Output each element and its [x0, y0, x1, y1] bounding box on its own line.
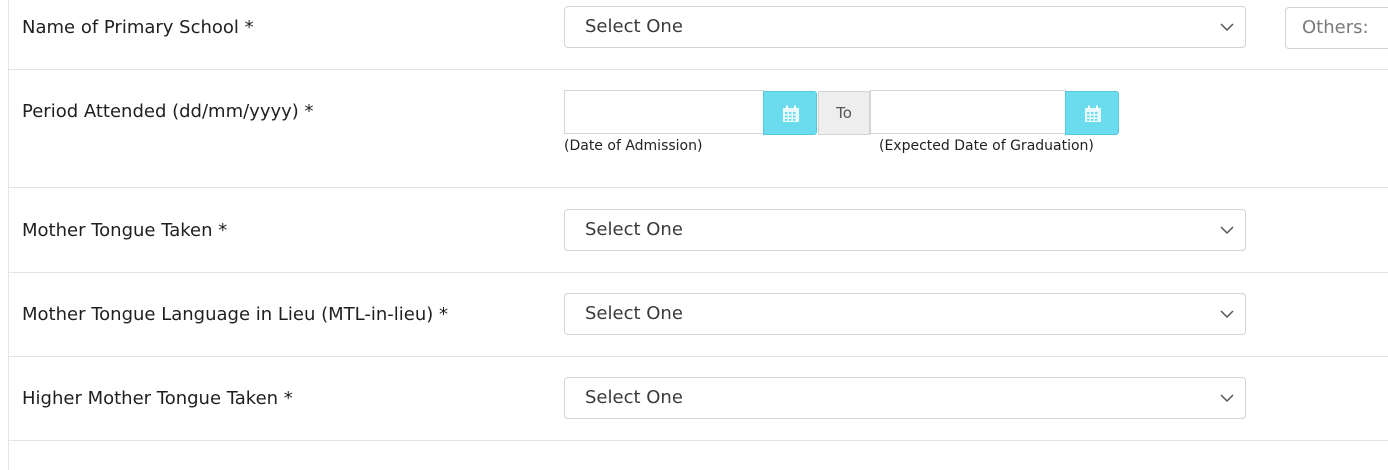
mother-tongue-label: Mother Tongue Taken * [22, 220, 228, 241]
row-period-attended: Period Attended (dd/mm/yyyy) * To (Date … [8, 70, 1388, 188]
calendar-icon [783, 105, 799, 122]
mtl-in-lieu-label: Mother Tongue Language in Lieu (MTL-in-l… [22, 304, 448, 325]
row-higher-mother-tongue: Higher Mother Tongue Taken * Select One [8, 357, 1388, 441]
row-primary-school: Name of Primary School * Select One Othe… [8, 0, 1388, 70]
admission-calendar-button[interactable] [763, 91, 817, 135]
primary-school-select[interactable]: Select One [564, 6, 1246, 48]
mother-tongue-select[interactable]: Select One [564, 209, 1246, 251]
higher-mother-tongue-label: Higher Mother Tongue Taken * [22, 388, 293, 409]
row-mtl-in-lieu: Mother Tongue Language in Lieu (MTL-in-l… [8, 273, 1388, 357]
primary-school-label: Name of Primary School * [22, 17, 254, 38]
chevron-down-icon [1220, 394, 1234, 403]
chevron-down-icon [1220, 226, 1234, 235]
chevron-down-icon [1220, 310, 1234, 319]
primary-school-select-value: Select One [585, 16, 683, 37]
graduation-calendar-button[interactable] [1065, 91, 1119, 135]
higher-mother-tongue-select-value: Select One [585, 387, 683, 408]
others-input[interactable]: Others: [1285, 7, 1388, 49]
graduation-date-hint: (Expected Date of Graduation) [879, 138, 1094, 154]
mtl-in-lieu-select-value: Select One [585, 303, 683, 324]
mother-tongue-select-value: Select One [585, 219, 683, 240]
mtl-in-lieu-select[interactable]: Select One [564, 293, 1246, 335]
admission-date-input[interactable] [564, 90, 764, 134]
graduation-date-input[interactable] [870, 90, 1066, 134]
chevron-down-icon [1220, 23, 1234, 32]
higher-mother-tongue-select[interactable]: Select One [564, 377, 1246, 419]
calendar-icon [1085, 105, 1101, 122]
to-separator: To [818, 91, 870, 135]
row-mother-tongue: Mother Tongue Taken * Select One [8, 188, 1388, 273]
admission-date-hint: (Date of Admission) [564, 138, 703, 154]
period-attended-label: Period Attended (dd/mm/yyyy) * [22, 101, 314, 122]
